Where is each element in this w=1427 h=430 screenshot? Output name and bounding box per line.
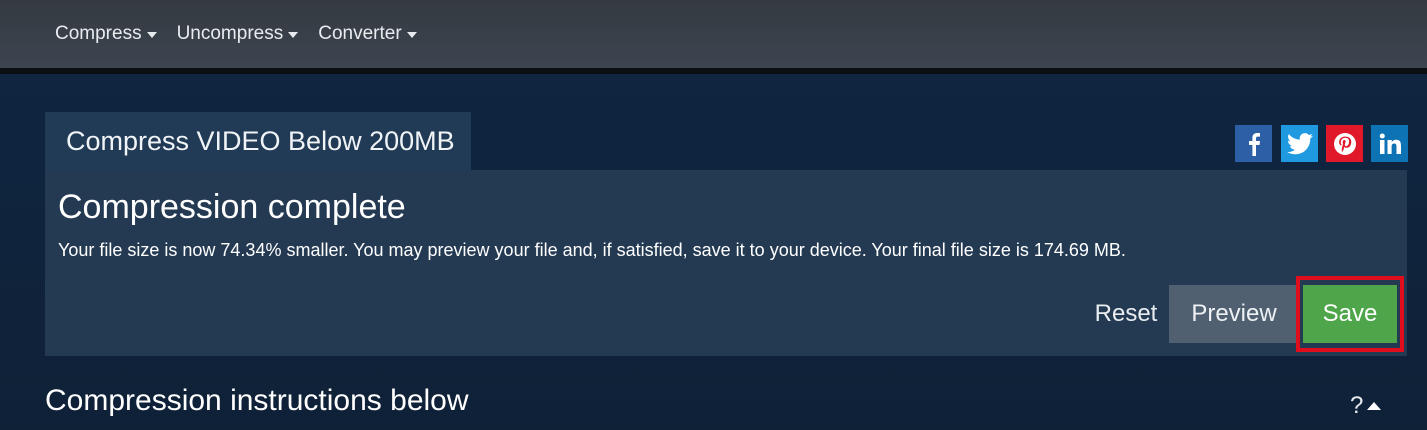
- caret-down-icon: [406, 32, 417, 38]
- nav-converter-label: Converter: [318, 23, 402, 44]
- twitter-icon: [1286, 132, 1313, 154]
- linkedin-share-button[interactable]: [1371, 125, 1408, 162]
- pinterest-share-button[interactable]: [1326, 125, 1363, 162]
- nav-uncompress-label: Uncompress: [176, 23, 284, 44]
- main-content: Compress VIDEO Below 200MB Compression c…: [0, 74, 1427, 430]
- help-icon: ?: [1350, 392, 1364, 419]
- instructions-heading: Compression instructions below: [45, 384, 469, 417]
- facebook-share-button[interactable]: [1235, 125, 1272, 162]
- nav-compress-dropdown[interactable]: Compress: [55, 23, 157, 45]
- instructions-toggle[interactable]: ?: [1350, 392, 1382, 420]
- caret-up-icon: [1367, 402, 1382, 410]
- result-title: Compression complete: [58, 188, 406, 226]
- twitter-share-button[interactable]: [1281, 125, 1318, 162]
- linkedin-icon: [1379, 133, 1401, 154]
- save-button[interactable]: Save: [1303, 285, 1397, 343]
- top-navbar: Compress Uncompress Converter: [0, 0, 1427, 68]
- nav-converter-dropdown[interactable]: Converter: [318, 23, 417, 45]
- nav-compress-label: Compress: [55, 23, 142, 44]
- compression-result-panel: Compression complete Your file size is n…: [45, 170, 1407, 356]
- caret-down-icon: [288, 32, 299, 38]
- tab-compress-video[interactable]: Compress VIDEO Below 200MB: [45, 112, 471, 170]
- pinterest-icon: [1333, 132, 1356, 155]
- facebook-icon: [1248, 132, 1260, 156]
- nav-uncompress-dropdown[interactable]: Uncompress: [177, 23, 299, 45]
- result-message: Your file size is now 74.34% smaller. Yo…: [58, 240, 1126, 260]
- caret-down-icon: [146, 32, 157, 38]
- preview-button[interactable]: Preview: [1169, 285, 1299, 343]
- tab-label: Compress VIDEO Below 200MB: [66, 125, 455, 156]
